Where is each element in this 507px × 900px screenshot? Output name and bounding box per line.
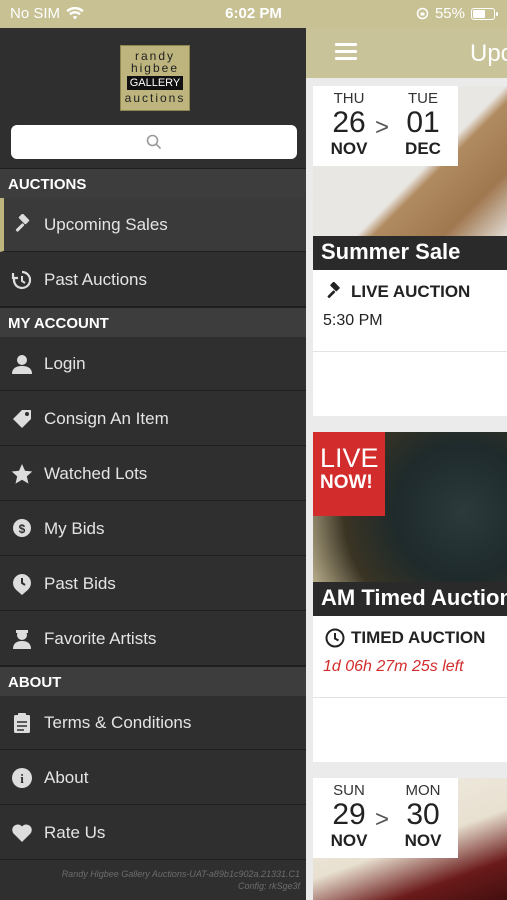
document-icon [0,712,44,734]
menu-item-past-auctions[interactable]: Past Auctions [0,253,306,307]
auction-type: TIMED AUCTION [325,628,485,648]
live-label: LIVE [320,443,379,473]
date-separator: > [375,806,390,833]
date-mon: NOV [330,831,368,850]
star-icon [0,463,44,485]
svg-text:$: $ [19,522,26,536]
orientation-lock-icon [416,7,429,20]
divider [313,351,507,352]
user-icon [0,353,44,375]
auction-type: LIVE AUCTION [325,282,470,302]
menu-item-consign[interactable]: Consign An Item [0,392,306,446]
svg-text:i: i [20,771,24,786]
auction-card[interactable]: THU 26 NOV > TUE 01 DEC Summer Sale LIVE… [313,86,507,416]
heart-icon [0,822,44,844]
artist-icon [0,628,44,650]
build-info-line: Randy Higbee Gallery Auctions-UAT-a89b1c… [61,869,300,879]
menu-item-watched-lots[interactable]: Watched Lots [0,447,306,501]
now-label: NOW! [320,472,373,493]
menu-label: About [44,767,89,787]
info-icon: i [0,767,44,789]
history-icon [0,269,44,291]
end-date: TUE 01 DEC [393,90,453,159]
auction-card[interactable]: LIVE NOW! AM Timed Auction TIMED AUCTION… [313,432,507,762]
nav-bar: Upcoming Sales [306,28,507,78]
past-bids-icon [0,573,44,595]
logo-line: GALLERY [126,76,184,90]
date-mon: DEC [405,139,441,158]
menu-label: My Bids [44,518,105,538]
side-drawer: randy higbee GALLERY auctions AUCTIONS U… [0,28,306,900]
date-mon: NOV [404,831,442,850]
date-num: 01 [406,106,440,139]
auction-type-label: TIMED AUCTION [351,628,486,647]
menu-item-rate-us[interactable]: Rate Us [0,806,306,860]
logo-line: higbee [130,61,180,75]
status-bar: No SIM 6:02 PM 55% [0,0,507,28]
menu-label: Rate Us [44,822,106,842]
money-icon: $ [0,518,44,540]
date-day: SUN [333,782,365,799]
date-num: 29 [332,798,366,831]
menu-item-upcoming-sales[interactable]: Upcoming Sales [0,198,306,252]
menu-item-about[interactable]: i About [0,751,306,805]
gavel-icon [4,213,44,236]
gavel-icon [327,282,340,299]
clock-icon [325,628,345,648]
battery-icon [471,7,498,20]
menu-label: Upcoming Sales [44,214,168,234]
end-date: MON 30 NOV [393,782,453,851]
auction-time: 5:30 PM [323,312,383,329]
date-day: MON [405,782,441,799]
menu-item-login[interactable]: Login [0,337,306,391]
main-panel: Upcoming Sales THU 26 NOV > TUE 01 DEC S… [306,28,507,900]
auction-name: Summer Sale [313,236,507,270]
auction-type-label: LIVE AUCTION [351,282,471,301]
search-input[interactable] [11,125,297,159]
section-about: ABOUT [0,666,306,696]
menu-item-favorite-artists[interactable]: Favorite Artists [0,612,306,666]
countdown: 1d 06h 27m 25s left [323,658,464,675]
logo-line: auctions [124,91,186,105]
start-date: SUN 29 NOV [319,782,379,851]
search-icon [146,134,162,150]
auction-card[interactable]: SUN 29 NOV > MON 30 NOV [313,778,507,900]
date-separator: > [375,114,390,141]
date-range: THU 26 NOV > TUE 01 DEC [313,86,458,166]
date-day: TUE [408,90,438,107]
date-num: 30 [406,798,440,831]
start-date: THU 26 NOV [319,90,379,159]
date-mon: NOV [330,139,368,158]
menu-label: Consign An Item [44,408,169,428]
menu-hamburger-icon[interactable] [335,43,357,61]
menu-label: Login [44,353,86,373]
auction-name: AM Timed Auction [313,582,507,616]
battery-percent: 55% [434,5,465,22]
date-day: THU [333,90,365,107]
menu-label: Terms & Conditions [44,712,192,732]
gallery-logo: randy higbee GALLERY auctions [120,45,190,111]
build-info: Randy Higbee Gallery Auctions-UAT-a89b1c… [0,868,300,892]
tag-icon [0,408,44,430]
date-num: 26 [332,106,366,139]
menu-item-terms[interactable]: Terms & Conditions [0,696,306,750]
live-now-badge: LIVE NOW! [313,432,385,516]
menu-item-my-bids[interactable]: $ My Bids [0,502,306,556]
menu-label: Past Auctions [44,269,148,289]
date-range: SUN 29 NOV > MON 30 NOV [313,778,458,858]
page-title: Upcoming Sales [470,40,507,67]
menu-label: Watched Lots [44,463,148,483]
build-info-line: Config: rkSge3f [237,881,300,891]
section-my-account: MY ACCOUNT [0,307,306,337]
menu-label: Favorite Artists [44,628,157,648]
menu-item-past-bids[interactable]: Past Bids [0,557,306,611]
menu-label: Past Bids [44,573,116,593]
divider [313,697,507,698]
section-auctions: AUCTIONS [0,168,306,198]
